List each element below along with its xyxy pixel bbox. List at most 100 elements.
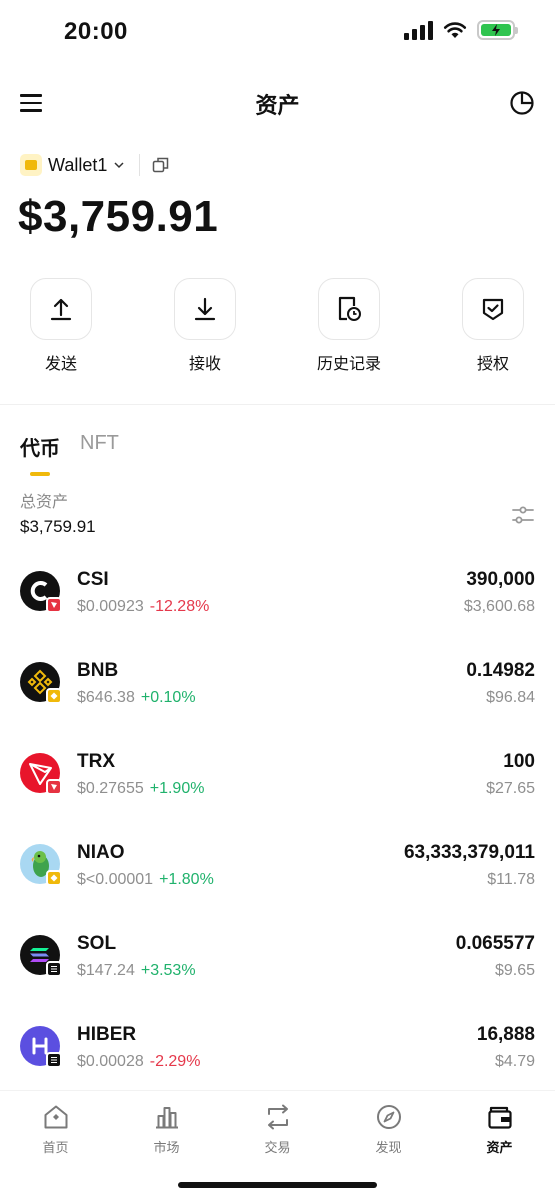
csi-logo-icon	[20, 571, 62, 613]
token-list: CSI $0.00923 -12.28% 390,000 $3,600.68 BN…	[0, 560, 555, 1106]
section-divider	[0, 404, 555, 405]
token-price-value: $147.24	[77, 962, 135, 979]
divider	[139, 154, 141, 176]
tab-tokens[interactable]: 代币	[20, 432, 60, 476]
token-quantity: 0.14982	[466, 660, 535, 681]
signal-icon	[404, 20, 433, 40]
tab-home[interactable]: 首页	[0, 1103, 111, 1156]
niao-parrot-logo-icon	[20, 844, 62, 886]
token-symbol: BNB	[77, 660, 119, 681]
token-value: $9.65	[494, 962, 535, 979]
token-symbol: NIAO	[77, 842, 125, 863]
token-quantity: 63,333,379,011	[403, 842, 535, 863]
pie-chart-icon[interactable]	[509, 90, 535, 116]
token-value: $27.65	[486, 780, 535, 797]
download-icon	[174, 278, 236, 340]
tab-tokens-label: 代币	[20, 438, 60, 460]
token-change: -12.28%	[149, 598, 210, 615]
trx-logo-icon	[20, 753, 62, 795]
token-quantity: 390,000	[466, 569, 535, 590]
status-icons	[404, 20, 518, 40]
tab-nft[interactable]: NFT	[80, 432, 119, 461]
tab-market-label: 市场	[153, 1140, 180, 1155]
token-price-value: $<0.00001	[77, 871, 154, 888]
filter-icon[interactable]	[511, 503, 535, 527]
token-quantity: 100	[503, 751, 535, 772]
tab-assets-label: 资产	[486, 1140, 513, 1155]
authorize-button[interactable]: 授权	[438, 278, 548, 374]
wallet-balance: $3,759.91	[18, 192, 219, 241]
tab-discover[interactable]: 发现	[333, 1103, 444, 1156]
history-icon	[318, 278, 380, 340]
bnb-logo-icon	[20, 662, 62, 704]
page-title: 资产	[255, 93, 300, 118]
token-price: $0.00923 -12.28%	[77, 598, 209, 616]
token-price: $0.00028 -2.29%	[77, 1053, 200, 1071]
token-change: +1.80%	[159, 871, 214, 888]
battery-icon	[477, 20, 518, 40]
solana-chain-icon	[46, 961, 62, 977]
wallet-selector[interactable]: Wallet1	[20, 150, 170, 180]
wifi-icon	[443, 22, 467, 38]
wallet-name: Wallet1	[48, 154, 108, 175]
token-price: $646.38 +0.10%	[77, 689, 196, 707]
token-change: +3.53%	[140, 962, 196, 979]
tab-underline	[30, 472, 50, 476]
total-assets-value: $3,759.91	[20, 517, 96, 536]
token-change: +0.10%	[140, 689, 196, 706]
token-price: $<0.00001 +1.80%	[77, 871, 214, 889]
tab-discover-label: 发现	[375, 1140, 402, 1155]
wallet-icon	[20, 154, 42, 176]
tab-assets[interactable]: 资产	[444, 1103, 555, 1156]
token-price-value: $0.00923	[77, 598, 144, 615]
token-value: $3,600.68	[463, 598, 535, 615]
token-quantity: 0.065577	[455, 933, 535, 954]
asset-tabs: 代币 NFT	[20, 432, 119, 476]
history-button[interactable]: 历史记录	[294, 278, 404, 374]
shield-check-icon	[462, 278, 524, 340]
token-value: $11.78	[487, 871, 535, 888]
token-symbol: TRX	[77, 751, 115, 772]
status-time: 20:00	[64, 18, 128, 45]
token-price: $147.24 +3.53%	[77, 962, 196, 980]
token-row-bnb[interactable]: BNB $646.38 +0.10% 0.14982 $96.84	[0, 651, 555, 742]
token-price: $0.27655 +1.90%	[77, 780, 204, 798]
send-button[interactable]: 发送	[6, 278, 116, 374]
token-row-sol[interactable]: SOL $147.24 +3.53% 0.065577 $9.65	[0, 924, 555, 1015]
status-bar: 20:00	[0, 0, 555, 66]
tron-chain-icon	[46, 779, 62, 795]
top-nav: 资产	[0, 72, 555, 134]
bnb-chain-icon	[46, 870, 62, 886]
token-price-value: $646.38	[77, 689, 135, 706]
home-indicator	[178, 1182, 377, 1188]
market-icon	[155, 1107, 178, 1129]
token-price-value: $0.00028	[77, 1053, 144, 1070]
tab-home-label: 首页	[42, 1140, 69, 1155]
hiber-logo-icon	[20, 1026, 62, 1068]
token-symbol: CSI	[77, 569, 109, 590]
receive-label: 接收	[188, 356, 221, 373]
tab-trade-label: 交易	[264, 1140, 291, 1155]
wallet-icon	[487, 1106, 512, 1129]
upload-icon	[30, 278, 92, 340]
token-price-value: $0.27655	[77, 780, 144, 797]
solana-chain-icon	[46, 1052, 62, 1068]
bnb-chain-icon	[46, 688, 62, 704]
swap-icon	[267, 1104, 288, 1130]
history-label: 历史记录	[316, 356, 381, 373]
token-symbol: SOL	[77, 933, 117, 954]
tab-market[interactable]: 市场	[111, 1103, 222, 1156]
total-assets-label: 总资产	[20, 494, 69, 511]
receive-button[interactable]: 接收	[150, 278, 260, 374]
tab-trade[interactable]: 交易	[222, 1103, 333, 1156]
token-change: +1.90%	[149, 780, 205, 797]
tron-chain-icon	[46, 597, 62, 613]
home-icon	[44, 1105, 67, 1129]
send-label: 发送	[44, 356, 77, 373]
token-row-csi[interactable]: CSI $0.00923 -12.28% 390,000 $3,600.68	[0, 560, 555, 651]
copy-icon[interactable]	[152, 156, 170, 174]
token-row-trx[interactable]: TRX $0.27655 +1.90% 100 $27.65	[0, 742, 555, 833]
sol-logo-icon	[20, 935, 62, 977]
token-change: -2.29%	[149, 1053, 201, 1070]
token-row-niao[interactable]: NIAO $<0.00001 +1.80% 63,333,379,011 $11.…	[0, 833, 555, 924]
